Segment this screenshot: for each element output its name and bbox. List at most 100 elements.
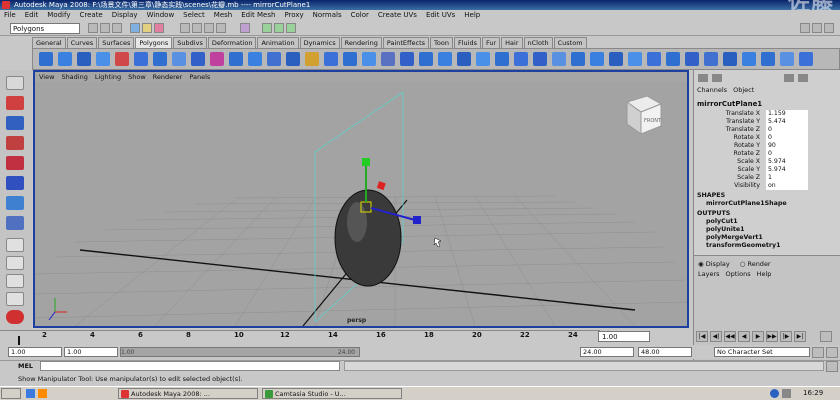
help-menu[interactable]: Help <box>757 270 772 278</box>
tab-hair[interactable]: Hair <box>501 37 523 48</box>
menu-help[interactable]: Help <box>464 10 480 20</box>
shelf-tool-icon[interactable] <box>96 52 110 66</box>
end-time-field[interactable]: 48.00 <box>638 347 692 357</box>
render-radio[interactable]: ○ Render <box>740 260 771 268</box>
output-node[interactable]: polyMergeVert1 <box>706 234 763 241</box>
attr-value[interactable]: on <box>766 182 808 190</box>
start-time-field[interactable]: 1.00 <box>8 347 62 357</box>
new-scene-icon[interactable] <box>88 23 98 33</box>
shelf-tool-icon[interactable] <box>267 52 281 66</box>
persp-outliner-layout-icon[interactable] <box>6 274 24 288</box>
outliner-icon[interactable] <box>798 74 808 82</box>
open-scene-icon[interactable] <box>100 23 110 33</box>
save-scene-icon[interactable] <box>112 23 122 33</box>
snap-grid-icon[interactable] <box>180 23 190 33</box>
manip-z-handle[interactable] <box>413 216 421 224</box>
shelf-tool-icon[interactable] <box>172 52 186 66</box>
four-view-layout-icon[interactable] <box>6 256 24 270</box>
shelf-tool-icon[interactable] <box>495 52 509 66</box>
menu-create[interactable]: Create <box>79 10 102 20</box>
menu-color[interactable]: Color <box>351 10 369 20</box>
tab-toon[interactable]: Toon <box>430 37 453 48</box>
attr-row[interactable]: Visibility on <box>694 182 840 190</box>
attr-row[interactable]: Scale Y 5.974 <box>694 166 840 174</box>
start-button[interactable] <box>1 388 21 399</box>
tool-settings-toggle-icon[interactable] <box>812 23 822 33</box>
options-menu[interactable]: Options <box>726 270 751 278</box>
step-forward-button[interactable]: |▶ <box>780 331 792 342</box>
snap-point-icon[interactable] <box>204 23 214 33</box>
rotate-tool-icon[interactable] <box>6 156 24 170</box>
scene-canvas[interactable]: FRONT persp <box>35 82 687 326</box>
tab-dynamics[interactable]: Dynamics <box>299 37 340 48</box>
select-hierarchy-icon[interactable] <box>130 23 140 33</box>
shelf-tool-icon[interactable] <box>381 52 395 66</box>
animation-prefs-button[interactable] <box>826 347 838 358</box>
output-node[interactable]: polyCut1 <box>706 218 738 225</box>
attr-row[interactable]: Translate Y 5.474 <box>694 118 840 126</box>
move-tool-icon[interactable] <box>6 136 24 150</box>
attr-row[interactable]: Rotate Z 0 <box>694 150 840 158</box>
channels-menu[interactable]: Channels <box>697 86 727 94</box>
channel-box-icon[interactable] <box>698 74 708 82</box>
shelf-tool-icon[interactable] <box>761 52 775 66</box>
manipulator-tool-icon[interactable] <box>6 196 24 210</box>
playback-start-field[interactable]: 1.00 <box>64 347 118 357</box>
select-object-icon[interactable] <box>142 23 152 33</box>
single-view-layout-icon[interactable] <box>6 238 24 252</box>
mel-label[interactable]: MEL <box>18 362 33 370</box>
shelf-tool-icon[interactable] <box>77 52 91 66</box>
shelf-tool-icon[interactable] <box>39 52 53 66</box>
attr-value[interactable]: 5.474 <box>766 118 808 126</box>
character-set-dropdown[interactable]: No Character Set <box>714 347 810 357</box>
select-tool-icon[interactable] <box>6 76 24 90</box>
command-input[interactable] <box>40 361 340 371</box>
shelf-tool-icon[interactable] <box>286 52 300 66</box>
menu-create-uvs[interactable]: Create UVs <box>378 10 417 20</box>
shelf-tool-icon[interactable] <box>685 52 699 66</box>
menu-window[interactable]: Window <box>147 10 175 20</box>
shelf-tool-icon[interactable] <box>248 52 262 66</box>
shelf-tool-icon[interactable] <box>780 52 794 66</box>
menu-display[interactable]: Display <box>112 10 138 20</box>
shelf-tool-icon[interactable] <box>723 52 737 66</box>
current-frame-field[interactable]: 1.00 <box>598 331 650 342</box>
shelf-tool-icon[interactable] <box>229 52 243 66</box>
shelf-tool-icon[interactable] <box>58 52 72 66</box>
auto-key-button[interactable] <box>812 347 824 358</box>
shelf-tool-icon[interactable] <box>210 52 224 66</box>
shelf-tool-icon[interactable] <box>552 52 566 66</box>
shelf-tool-icon[interactable] <box>571 52 585 66</box>
menu-set-dropdown[interactable]: Polygons <box>10 23 80 34</box>
menu-edit[interactable]: Edit <box>25 10 39 20</box>
attr-value[interactable]: 1 <box>766 174 808 182</box>
attr-row[interactable]: Scale Z 1 <box>694 174 840 182</box>
shelf-tool-icon[interactable] <box>362 52 376 66</box>
attr-value[interactable]: 0 <box>766 126 808 134</box>
tab-subdivs[interactable]: Subdivs <box>173 37 207 48</box>
ipr-render-icon[interactable] <box>274 23 284 33</box>
menu-mesh[interactable]: Mesh <box>214 10 232 20</box>
attr-row[interactable]: Scale X 5.974 <box>694 158 840 166</box>
tray-volume-icon[interactable] <box>782 389 791 398</box>
layers-menu[interactable]: Layers <box>698 270 720 278</box>
attr-value[interactable]: 0 <box>766 150 808 158</box>
shelf-tool-icon[interactable] <box>115 52 129 66</box>
key-icon[interactable] <box>820 331 832 342</box>
attr-value[interactable]: 0 <box>766 134 808 142</box>
step-back-key-button[interactable]: ◀◀ <box>724 331 736 342</box>
attr-row[interactable]: Translate Z 0 <box>694 126 840 134</box>
shelf-tool-icon[interactable] <box>305 52 319 66</box>
attr-value[interactable]: 90 <box>766 142 808 150</box>
shelf-tool-icon[interactable] <box>191 52 205 66</box>
render-settings-icon[interactable] <box>286 23 296 33</box>
attr-row[interactable]: Translate X 1.159 <box>694 110 840 118</box>
tray-network-icon[interactable] <box>770 389 779 398</box>
shelf-tool-icon[interactable] <box>343 52 357 66</box>
panel-menu-show[interactable]: Show <box>128 72 146 82</box>
tab-polygons[interactable]: Polygons <box>135 37 173 48</box>
select-component-icon[interactable] <box>154 23 164 33</box>
tab-custom[interactable]: Custom <box>553 37 587 48</box>
shelf-tool-icon[interactable] <box>742 52 756 66</box>
attr-value[interactable]: 5.974 <box>766 166 808 174</box>
